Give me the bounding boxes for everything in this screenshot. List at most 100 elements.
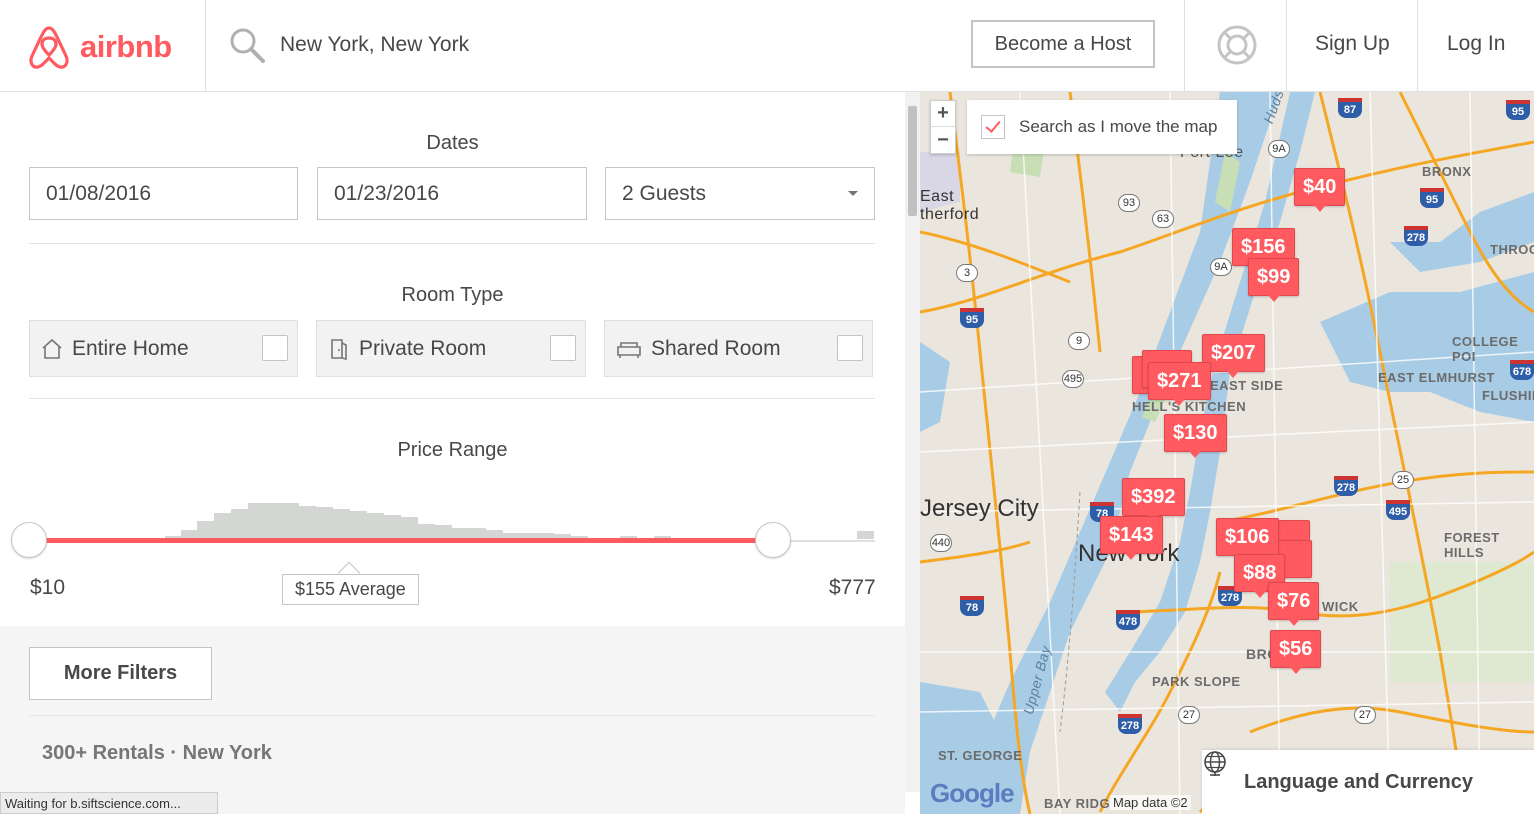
- map-label-throgs: THROG: [1490, 242, 1534, 257]
- route-shield-27-icon: 27: [1354, 706, 1376, 724]
- map-label-forest-hills: FOREST HILLS: [1444, 530, 1500, 560]
- map-label-bay-ridge: BAY RIDG: [1044, 796, 1111, 811]
- location-search[interactable]: New York, New York: [228, 26, 469, 64]
- results-count: 300+ Rentals · New York: [42, 742, 272, 764]
- private-room-checkbox[interactable]: [550, 335, 576, 361]
- interstate-278-icon: 278: [1334, 476, 1358, 496]
- interstate-278-icon: 278: [1404, 226, 1428, 246]
- browser-status-bar: Waiting for b.siftscience.com...: [0, 792, 218, 814]
- listing-marker[interactable]: $76: [1268, 582, 1320, 626]
- top-header: airbnb New York, New York Become a Host …: [0, 0, 1534, 92]
- help-button[interactable]: [1216, 24, 1258, 71]
- help-lifebuoy-icon: [1217, 25, 1257, 65]
- listing-marker[interactable]: $207: [1202, 334, 1265, 378]
- header-divider: [1286, 0, 1287, 91]
- sign-up-link[interactable]: Sign Up: [1315, 32, 1390, 56]
- interstate-87-icon: 87: [1338, 98, 1362, 118]
- guests-select[interactable]: 2 Guests: [605, 167, 875, 220]
- route-shield-27-icon: 27: [1178, 706, 1200, 724]
- header-divider: [1417, 0, 1418, 91]
- listing-marker[interactable]: $130: [1164, 414, 1227, 458]
- checkin-field[interactable]: 01/08/2016: [29, 167, 298, 220]
- checkout-field[interactable]: 01/23/2016: [317, 167, 587, 220]
- room-type-title: Room Type: [401, 284, 504, 306]
- map-label-jersey-city: Jersey City: [920, 495, 1039, 522]
- map-label-east-rutherford: East therford: [920, 188, 980, 223]
- listing-marker[interactable]: $271: [1148, 362, 1211, 406]
- interstate-78-icon: 78: [960, 596, 984, 616]
- route-shield-3-icon: 3: [956, 264, 978, 282]
- search-as-move-checkbox[interactable]: [981, 115, 1005, 139]
- price-min-label: $10: [30, 576, 66, 599]
- map-attribution[interactable]: Map data ©2: [1110, 795, 1191, 810]
- listing-marker[interactable]: $40: [1294, 168, 1346, 212]
- become-host-button[interactable]: Become a Host: [971, 20, 1155, 68]
- guests-value: 2 Guests: [622, 181, 707, 205]
- price-slider-range: [29, 538, 773, 543]
- interstate-278-icon: 278: [1118, 714, 1142, 734]
- room-type-shared-room[interactable]: Shared Room: [604, 320, 873, 377]
- map-label-bushwick: WICK: [1322, 599, 1359, 614]
- checkmark-icon: [985, 117, 1001, 133]
- map-label-st-george: ST. GEORGE: [938, 748, 1023, 763]
- route-shield-9a-icon: 9A: [1210, 258, 1232, 276]
- entire-home-checkbox[interactable]: [262, 335, 288, 361]
- price-max-label: $777: [829, 576, 876, 599]
- globe-icon: [1204, 751, 1226, 776]
- language-currency-button[interactable]: Language and Currency: [1202, 750, 1534, 814]
- map-label-upper-east-side: EAST SIDE: [1210, 378, 1284, 393]
- room-type-entire-home[interactable]: Entire Home: [29, 320, 298, 377]
- room-type-label: Private Room: [359, 336, 487, 360]
- map-zoom-control: + −: [930, 100, 956, 154]
- price-average-badge: $155 Average: [282, 574, 419, 605]
- map-label-park-slope: PARK SLOPE: [1152, 674, 1241, 689]
- more-filters-button[interactable]: More Filters: [29, 647, 212, 700]
- log-in-link[interactable]: Log In: [1447, 32, 1505, 56]
- language-currency-label: Language and Currency: [1244, 770, 1473, 793]
- route-shield-25-icon: 25: [1392, 471, 1414, 489]
- listing-marker[interactable]: $106: [1216, 518, 1279, 562]
- panel-scrollbar[interactable]: [905, 92, 920, 792]
- price-max-handle[interactable]: [755, 522, 791, 558]
- search-icon: [230, 28, 265, 63]
- scrollbar-thumb[interactable]: [908, 106, 917, 216]
- filter-panel: Dates 01/08/2016 01/23/2016 2 Guests Roo…: [0, 92, 905, 814]
- divider: [29, 243, 875, 244]
- google-logo[interactable]: Google: [930, 778, 1015, 809]
- map-label-flushing: FLUSHIN: [1482, 388, 1534, 403]
- dates-title: Dates: [426, 132, 479, 154]
- interstate-495-icon: 495: [1386, 500, 1410, 520]
- interstate-95-icon: 95: [1506, 100, 1530, 120]
- interstate-95-icon: 95: [960, 308, 984, 328]
- chevron-down-icon: [848, 191, 858, 196]
- zoom-in-button[interactable]: +: [931, 101, 955, 127]
- map[interactable]: Fort Lee East therford BRONX COLLEGE POI…: [920, 92, 1534, 814]
- route-shield-440-icon: 440: [930, 534, 952, 552]
- listing-marker[interactable]: $99: [1248, 258, 1300, 302]
- home-icon: [42, 338, 62, 359]
- search-input[interactable]: New York, New York: [280, 33, 469, 57]
- interstate-95-icon: 95: [1420, 188, 1444, 208]
- zoom-out-button[interactable]: −: [931, 127, 955, 153]
- listing-marker[interactable]: $392: [1122, 478, 1185, 522]
- price-min-handle[interactable]: [11, 522, 47, 558]
- map-label-east-elmhurst: EAST ELMHURST: [1378, 370, 1495, 385]
- route-shield-93-icon: 93: [1118, 194, 1140, 212]
- couch-icon: [617, 341, 641, 358]
- logo-wordmark: airbnb: [80, 29, 172, 64]
- airbnb-logo[interactable]: airbnb: [26, 24, 172, 70]
- map-label-hells-kitchen: HELL'S KITCHEN: [1132, 399, 1247, 414]
- header-divider: [205, 0, 206, 91]
- shared-room-checkbox[interactable]: [837, 335, 863, 361]
- room-type-private-room[interactable]: Private Room: [316, 320, 586, 377]
- listing-marker[interactable]: $56: [1270, 630, 1322, 674]
- divider: [29, 398, 875, 399]
- price-range-title: Price Range: [397, 439, 508, 461]
- interstate-678-icon: 678: [1510, 360, 1534, 380]
- door-icon: [331, 338, 347, 360]
- route-shield-63-icon: 63: [1152, 210, 1174, 228]
- map-label-bronx: BRONX: [1422, 164, 1472, 179]
- listing-marker[interactable]: $143: [1100, 516, 1163, 560]
- route-shield-9-icon: 9: [1068, 332, 1090, 350]
- search-as-move-toggle[interactable]: Search as I move the map: [967, 100, 1237, 154]
